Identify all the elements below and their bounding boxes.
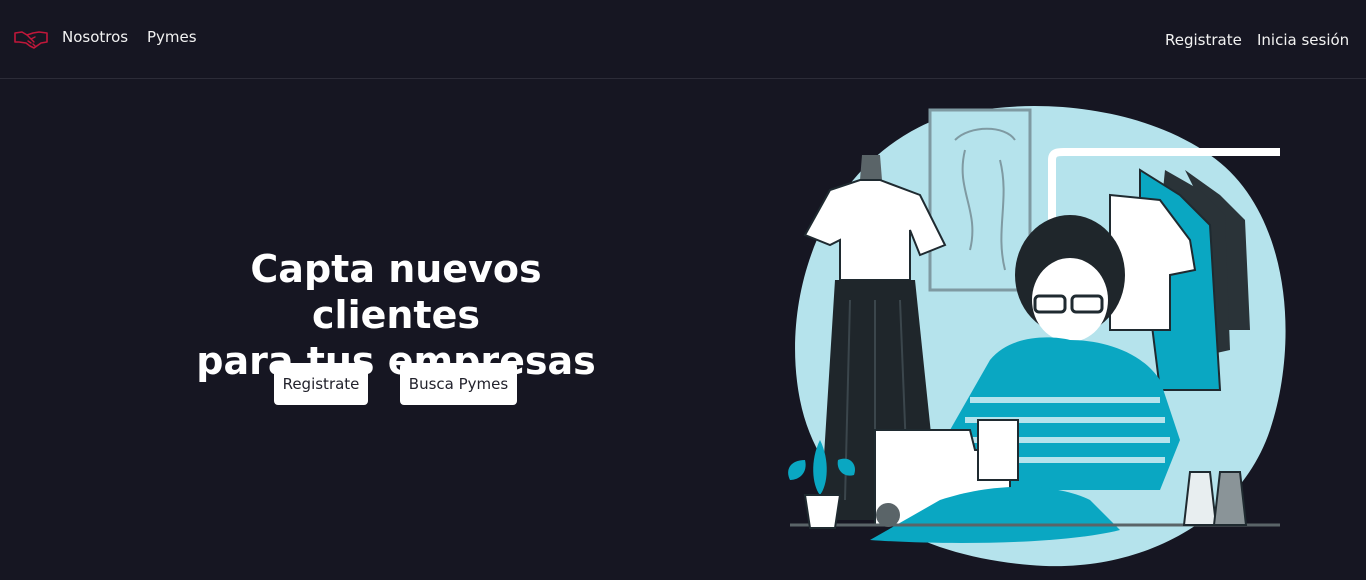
nav-link-nosotros[interactable]: Nosotros: [62, 28, 128, 46]
handshake-icon[interactable]: [14, 28, 48, 50]
nav-link-registrate[interactable]: Registrate: [1165, 31, 1242, 49]
hero-title-line1: Capta nuevos clientes: [250, 247, 542, 337]
hero-title: Capta nuevos clientes para tus empresas: [160, 246, 632, 384]
hero-title-line2: para tus empresas: [196, 339, 596, 383]
thread-spools: [1182, 471, 1218, 526]
nav-link-pymes[interactable]: Pymes: [147, 28, 197, 46]
illustration-frame: [928, 108, 1032, 292]
top-navbar: Nosotros Pymes Registrate Inicia sesión: [0, 0, 1366, 79]
search-pymes-button[interactable]: Busca Pymes: [400, 363, 517, 405]
tailor-sewing-illustration: [788, 106, 1286, 567]
nav-link-login[interactable]: Inicia sesión: [1257, 31, 1349, 49]
register-button[interactable]: Registrate: [274, 363, 368, 405]
